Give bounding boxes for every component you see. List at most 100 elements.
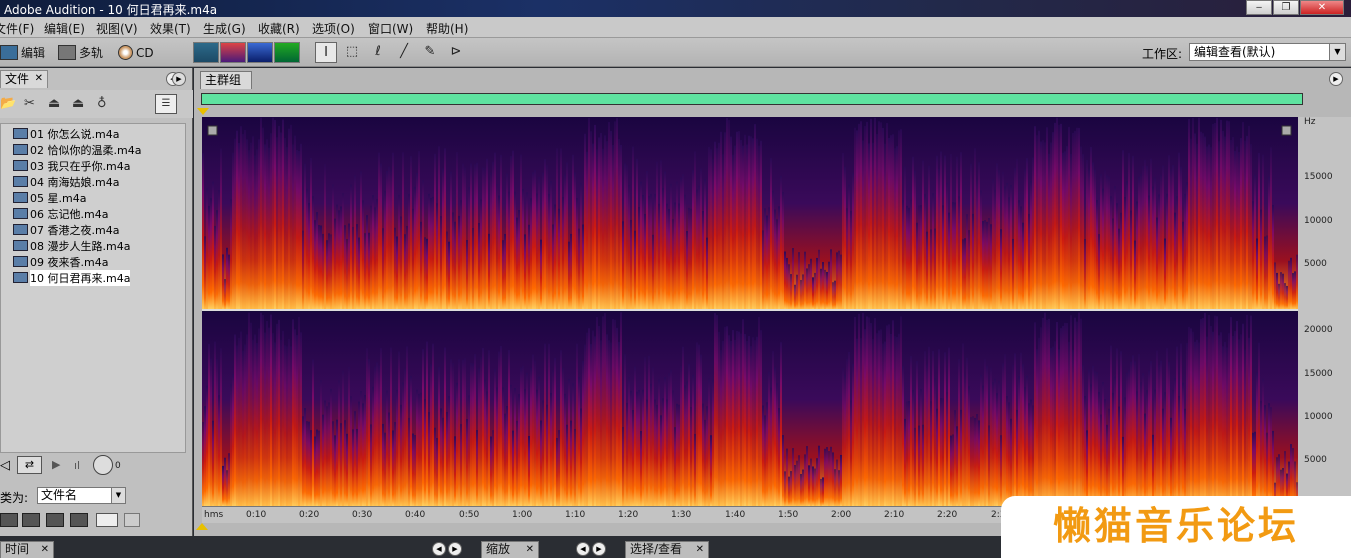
list-item-label: 08 漫步人生路.m4a [30,239,131,253]
start-marker-icon[interactable] [197,108,209,115]
list-item[interactable]: 09 夜来香.m4a [13,254,108,269]
spectrum-channel-right [202,312,1298,506]
sort-label: 类为: [0,491,29,505]
marquee-tool-icon[interactable]: ⬚ [341,42,363,63]
frequency-axis: Hz 15000 10000 5000 20000 15000 10000 50… [1298,117,1351,506]
list-item[interactable]: 03 我只在乎你.m4a [13,158,130,173]
show-options-icon[interactable]: ☰ [155,94,177,114]
zoom-corner-icon [207,125,218,136]
tab-files[interactable]: 文件 ✕ [0,70,48,88]
maximize-button[interactable]: ❐ [1273,0,1299,15]
filter-other-icon[interactable] [124,513,140,527]
minimize-button[interactable]: ‒ [1246,0,1272,15]
filter-loop-icon[interactable] [22,513,40,527]
time-selection-tool-icon[interactable]: I [315,42,337,63]
time-tick-label: 1:00 [512,510,533,520]
overview-bar[interactable] [201,93,1303,105]
menu-file[interactable]: 文件(F) [0,20,34,37]
tab-main-group-label: 主群组 [205,73,242,87]
filter-video-icon[interactable] [46,513,64,527]
close-file-icon[interactable]: ✂ [24,96,35,111]
tab-main-group[interactable]: 主群组 [200,71,252,89]
waveform-display-button[interactable] [193,42,219,63]
menu-bar: 文件(F) 编辑(E) 视图(V) 效果(T) 生成(G) 收藏(R) 选项(O… [0,17,1351,38]
filter-audio-icon[interactable] [0,513,18,527]
menu-help[interactable]: 帮助(H) [426,20,468,37]
zoom-corner-icon [1281,125,1292,136]
scrub-tool-icon[interactable]: ⊳ [445,42,467,63]
list-item[interactable]: 05 星.m4a [13,190,86,205]
open-file-icon[interactable]: 📂 [0,96,16,111]
spot-healing-icon[interactable]: ✎ [419,42,441,63]
list-item-selected[interactable]: 10 何日君再来.m4a [13,269,131,286]
filter-midi-icon[interactable] [70,513,88,527]
lasso-tool-icon[interactable]: ℓ [367,42,389,63]
brush-tool-icon[interactable]: ╱ [393,42,415,63]
spectral-canvas [202,117,1298,506]
list-item-label: 09 夜来香.m4a [30,255,109,269]
list-item[interactable]: 01 你怎么说.m4a [13,126,119,141]
cd-view-button[interactable]: CD [118,42,154,63]
menu-options[interactable]: 选项(O) [312,20,355,37]
files-footer: ◁ ⇄ ▶ ıl 0 类为: 文件名 ▼ [0,455,186,535]
list-item[interactable]: 02 恰似你的温柔.m4a [13,142,141,157]
panel-menu-icon[interactable]: ▶ [448,542,462,556]
menu-favorites[interactable]: 收藏(R) [258,20,300,37]
time-tick-label: 1:50 [778,510,799,520]
time-tick-label: 2:00 [831,510,852,520]
loop-icon[interactable]: ⇄ [17,456,42,474]
panel-menu-icon[interactable]: ▶ [592,542,606,556]
spectral-display[interactable] [202,117,1298,506]
insert-cd-icon[interactable]: ⏏ [72,96,84,111]
multitrack-view-button[interactable]: 多轨 [58,42,103,63]
filter-cd-icon[interactable] [96,513,118,527]
list-item[interactable]: 06 忘记他.m4a [13,206,108,221]
cd-view-label: CD [136,45,154,60]
close-icon[interactable]: ✕ [35,71,43,87]
speaker-icon[interactable]: ◁ [0,458,10,473]
list-item-label: 01 你怎么说.m4a [30,127,120,141]
close-button[interactable]: ✕ [1300,0,1344,15]
edit-file-icon[interactable]: ♁ [97,96,107,111]
edit-view-button[interactable]: 编辑 [0,42,45,63]
menu-window[interactable]: 窗口(W) [368,20,413,37]
end-marker-icon[interactable] [196,523,208,530]
tab-time-label: 时间 [5,542,30,556]
list-item-label: 10 何日君再来.m4a [30,269,131,286]
close-icon[interactable]: ✕ [41,542,49,557]
spectral-pan-button[interactable] [247,42,273,63]
workspace-select[interactable]: 编辑查看(默认) ▼ [1189,43,1346,61]
time-tick-label: hms [204,510,224,520]
insert-multitrack-icon[interactable]: ⏏ [48,96,60,111]
hz-tick-label: 5000 [1304,455,1327,465]
hz-tick-label: 15000 [1304,172,1333,182]
menu-view[interactable]: 视图(V) [96,20,138,37]
list-item[interactable]: 08 漫步人生路.m4a [13,238,130,253]
spectral-display-button[interactable] [220,42,246,63]
sort-select[interactable]: 文件名 ▼ [37,487,126,504]
menu-generate[interactable]: 生成(G) [203,20,246,37]
list-item[interactable]: 04 南海姑娘.m4a [13,174,119,189]
list-item[interactable]: 07 香港之夜.m4a [13,222,119,237]
play-icon[interactable]: ▶ [52,458,60,471]
panel-menu-icon[interactable]: ◀ [432,542,446,556]
menu-edit[interactable]: 编辑(E) [44,20,85,37]
panel-expand-icon[interactable]: ▶ [172,72,186,86]
close-icon[interactable]: ✕ [696,542,704,557]
time-tick-label: 1:30 [671,510,692,520]
hz-unit-label: Hz [1304,117,1316,127]
volume-knob-icon[interactable] [93,455,113,475]
audio-file-icon [13,240,28,251]
panel-menu-icon[interactable]: ◀ [576,542,590,556]
menu-effects[interactable]: 效果(T) [150,20,191,37]
spectral-phase-button[interactable] [274,42,300,63]
time-tick-label: 0:40 [405,510,426,520]
close-icon[interactable]: ✕ [526,542,534,557]
tab-zoom[interactable]: 缩放 ✕ [481,541,539,558]
panel-menu-icon[interactable]: ▶ [1329,72,1343,86]
workspace-value: 编辑查看(默认) [1194,45,1276,59]
tab-selection-view[interactable]: 选择/查看 ✕ [625,541,709,558]
audio-file-icon [13,272,28,283]
spectrum-channel-left [202,117,1298,310]
tab-time[interactable]: 时间 ✕ [0,541,54,558]
